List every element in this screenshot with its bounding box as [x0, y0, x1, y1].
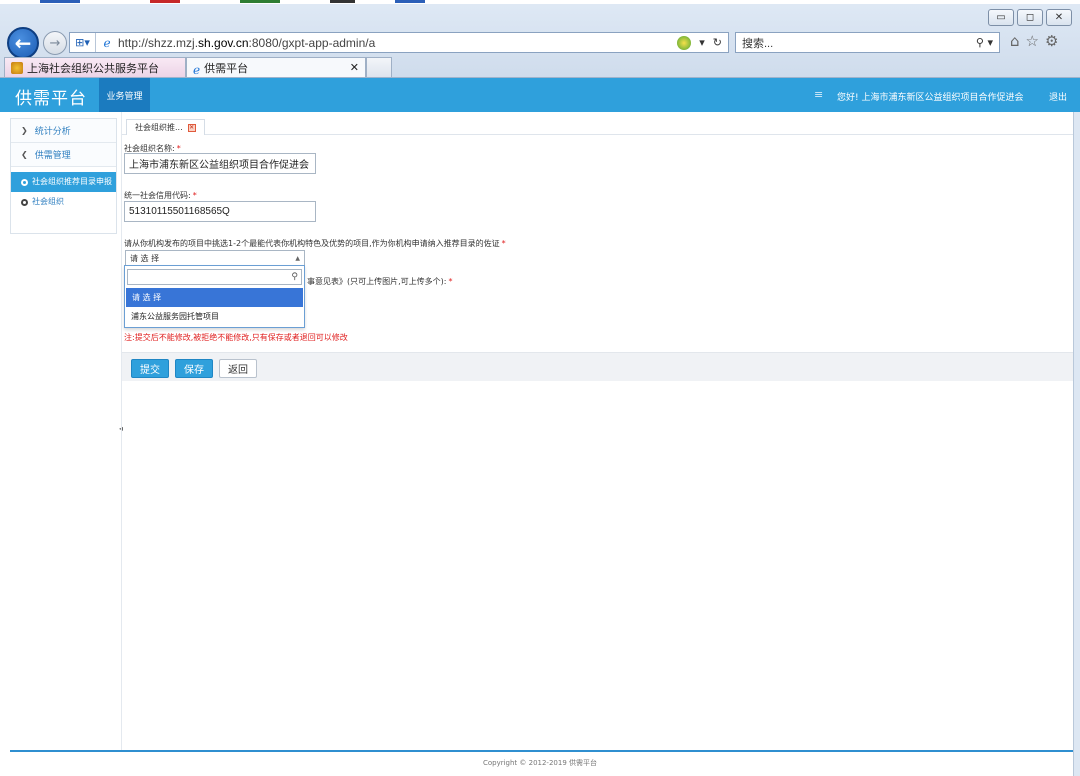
- sidebar-group-supply[interactable]: ❮ 供需管理: [11, 143, 116, 167]
- browser-chrome: ▭ ◻ ✕ ← → ⊞▾ ℯ http://shzz.mzj.sh.gov.cn…: [0, 0, 1080, 78]
- dropdown-arrow-icon[interactable]: ▾: [699, 36, 705, 49]
- app-header: 供需平台 业务管理 ≡ 您好! 上海市浦东新区公益组织项目合作促进会 退出: [0, 78, 1080, 112]
- footer-divider: [10, 750, 1073, 752]
- submit-button[interactable]: 提交: [131, 359, 169, 378]
- bullet-icon: [21, 179, 28, 186]
- back-button[interactable]: 返回: [219, 359, 257, 378]
- content-tabs: 社会组织推... ✕: [122, 117, 1074, 135]
- action-bar: 提交 保存 返回: [122, 352, 1074, 381]
- dropdown-option[interactable]: 请 选 择: [126, 288, 303, 307]
- select-dropdown: ⚲ 请 选 择 浦东公益服务园托管项目: [124, 265, 305, 328]
- forward-arrow-icon[interactable]: →: [43, 31, 67, 55]
- close-tab-icon[interactable]: ✕: [350, 61, 359, 74]
- home-icon[interactable]: ⌂: [1010, 32, 1020, 50]
- brand-title: 供需平台: [15, 89, 87, 109]
- favorites-star-icon[interactable]: ☆: [1026, 32, 1039, 50]
- browser-tabs: 上海社会组织公共服务平台 ℯ 供需平台 ✕: [4, 57, 392, 77]
- dropdown-option[interactable]: 浦东公益服务园托管项目: [125, 307, 304, 326]
- credit-code-label: 统一社会信用代码: *: [124, 191, 197, 200]
- chevron-up-icon: ▲: [295, 254, 300, 262]
- maximize-icon[interactable]: ◻: [1017, 9, 1043, 26]
- address-url[interactable]: http://shzz.mzj.sh.gov.cn:8080/gxpt-app-…: [118, 36, 677, 50]
- main-content: 社会组织推... ✕ 社会组织名称: * 上海市浦东新区公益组织项目合作促进会 统…: [121, 112, 1074, 750]
- menu-icon[interactable]: ≡: [814, 88, 823, 101]
- search-icon[interactable]: ⚲ ▾: [976, 36, 993, 49]
- search-icon: ⚲: [291, 272, 298, 282]
- ie-page-icon: ℯ: [193, 62, 201, 77]
- dropdown-search-input[interactable]: ⚲: [127, 269, 302, 285]
- add-favorite-icon[interactable]: ⊞▾: [70, 33, 96, 52]
- footer-copyright: Copyright © 2012-2019 供需平台: [482, 759, 598, 767]
- sidebar-item-organization[interactable]: 社会组织: [11, 192, 116, 212]
- credit-code-input[interactable]: 51310115501168565Q: [124, 201, 316, 222]
- top-strip: [0, 0, 1080, 4]
- ie-page-icon: ℯ: [103, 35, 111, 50]
- logout-link[interactable]: 退出: [1049, 90, 1067, 103]
- browser-tab-active[interactable]: ℯ 供需平台 ✕: [186, 57, 366, 77]
- project-select[interactable]: 请 选 择 ▲: [125, 250, 305, 266]
- close-tab-icon[interactable]: ✕: [187, 123, 196, 132]
- bullet-icon: [21, 199, 28, 206]
- chevron-down-icon: ❮: [21, 150, 28, 159]
- upload-label: 事意见表》(只可上传图片,可上传多个): *: [307, 277, 453, 286]
- sidebar-item-recommend-catalog[interactable]: 社会组织推荐目录申报: [11, 172, 116, 192]
- save-button[interactable]: 保存: [175, 359, 213, 378]
- window-controls: ▭ ◻ ✕: [988, 9, 1072, 26]
- project-select-label: 请从你机构发布的项目中挑选1-2个最能代表你机构特色及优势的项目,作为你机构申请…: [124, 239, 506, 248]
- sidebar: ❯ 统计分析 ❮ 供需管理 社会组织推荐目录申报 社会组织: [10, 118, 117, 234]
- gear-icon[interactable]: ⚙: [1045, 32, 1058, 50]
- site-logo-icon: [11, 61, 23, 74]
- sidebar-group-statistics[interactable]: ❯ 统计分析: [11, 119, 116, 143]
- window-frame-edge: [1073, 112, 1080, 776]
- close-icon[interactable]: ✕: [1046, 9, 1072, 26]
- submit-note: 注:提交后不能修改,被拒绝不能修改,只有保存或者退回可以修改: [124, 333, 348, 342]
- content-tab-active[interactable]: 社会组织推... ✕: [126, 119, 205, 135]
- chevron-right-icon: ❯: [21, 126, 28, 135]
- search-input[interactable]: 搜索... ⚲ ▾: [735, 32, 1000, 53]
- back-arrow-icon[interactable]: ←: [7, 27, 39, 59]
- browser-tab-portal[interactable]: 上海社会组织公共服务平台: [4, 57, 186, 77]
- address-bar[interactable]: ⊞▾ ℯ http://shzz.mzj.sh.gov.cn:8080/gxpt…: [69, 32, 729, 53]
- nav-tab-business[interactable]: 业务管理: [99, 78, 150, 112]
- compatibility-icon[interactable]: [677, 35, 692, 50]
- user-greeting: 您好! 上海市浦东新区公益组织项目合作促进会: [837, 93, 1024, 103]
- new-tab-button[interactable]: [366, 57, 392, 77]
- refresh-icon[interactable]: ↻: [713, 36, 722, 49]
- org-name-input[interactable]: 上海市浦东新区公益组织项目合作促进会: [124, 153, 316, 174]
- minimize-icon[interactable]: ▭: [988, 9, 1014, 26]
